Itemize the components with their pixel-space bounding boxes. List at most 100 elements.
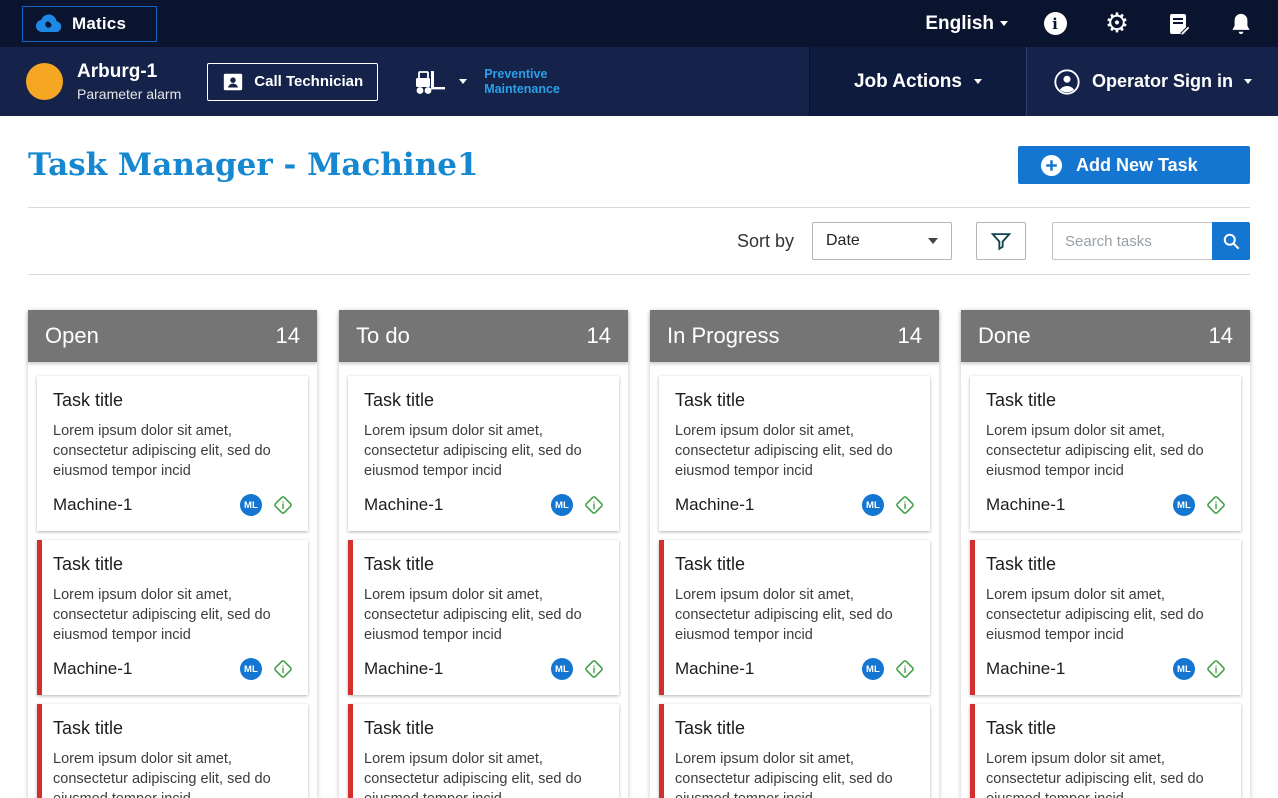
chevron-down-icon xyxy=(973,79,982,84)
call-technician-label: Call Technician xyxy=(254,73,364,90)
divider xyxy=(28,207,1250,208)
task-card[interactable]: Task title Lorem ipsum dolor sit amet, c… xyxy=(348,376,619,531)
plus-circle-icon xyxy=(1040,154,1063,177)
clipboard-icon xyxy=(1168,12,1190,36)
machine-status-avatar[interactable] xyxy=(26,63,63,100)
svg-text:i: i xyxy=(282,665,285,676)
task-card[interactable]: Task title Lorem ipsum dolor sit amet, c… xyxy=(970,540,1241,695)
chevron-down-icon xyxy=(459,79,468,84)
diamond-info-icon[interactable]: i xyxy=(272,658,294,680)
search-group xyxy=(1052,222,1250,260)
list-controls: Sort by Date xyxy=(28,222,1250,260)
search-input[interactable] xyxy=(1052,222,1212,260)
task-card[interactable]: Task title Lorem ipsum dolor sit amet, c… xyxy=(37,704,308,798)
task-card[interactable]: Task title Lorem ipsum dolor sit amet, c… xyxy=(348,704,619,798)
call-technician-button[interactable]: Call Technician xyxy=(207,62,379,101)
task-title: Task title xyxy=(364,390,435,410)
task-description: Lorem ipsum dolor sit amet, consectetur … xyxy=(53,423,271,479)
add-new-task-button[interactable]: Add New Task xyxy=(1018,146,1250,184)
machine-status-bar: Arburg-1 Parameter alarm Call Technician… xyxy=(0,47,1278,116)
ml-badge[interactable]: ML xyxy=(862,494,884,516)
sort-select[interactable]: Date xyxy=(812,222,952,260)
column-header: Open 14 xyxy=(28,310,317,362)
operator-signin-menu[interactable]: Operator Sign in xyxy=(1025,47,1278,116)
top-navigation-bar: Matics English i ⚙ xyxy=(0,0,1278,47)
task-description: Lorem ipsum dolor sit amet, consectetur … xyxy=(986,751,1204,798)
ml-badge[interactable]: ML xyxy=(862,658,884,680)
svg-text:i: i xyxy=(904,501,907,512)
reports-button[interactable] xyxy=(1164,9,1194,39)
language-label: English xyxy=(925,12,994,34)
diamond-info-icon[interactable]: i xyxy=(583,658,605,680)
add-new-task-label: Add New Task xyxy=(1076,154,1198,175)
task-title: Task title xyxy=(986,554,1057,574)
task-title: Task title xyxy=(675,390,746,410)
ml-badge[interactable]: ML xyxy=(1173,658,1195,680)
column-card-list: Task title Lorem ipsum dolor sit amet, c… xyxy=(28,362,317,798)
task-machine-label: Machine-1 xyxy=(53,495,133,514)
task-description: Lorem ipsum dolor sit amet, consectetur … xyxy=(986,423,1204,479)
filter-button[interactable] xyxy=(976,222,1026,260)
operator-signin-label: Operator Sign in xyxy=(1091,71,1233,91)
task-title: Task title xyxy=(675,554,746,574)
search-button[interactable] xyxy=(1212,222,1250,260)
svg-text:i: i xyxy=(282,501,285,512)
task-machine-label: Machine-1 xyxy=(53,659,133,678)
svg-text:i: i xyxy=(593,501,596,512)
svg-text:i: i xyxy=(1215,665,1218,676)
ml-badge[interactable]: ML xyxy=(551,658,573,680)
machine-alarm-status: Parameter alarm xyxy=(77,86,182,102)
filter-funnel-icon xyxy=(990,230,1012,252)
info-button[interactable]: i xyxy=(1040,9,1070,39)
task-description: Lorem ipsum dolor sit amet, consectetur … xyxy=(364,423,582,479)
task-machine-label: Machine-1 xyxy=(364,495,444,514)
diamond-info-icon[interactable]: i xyxy=(583,494,605,516)
task-title: Task title xyxy=(675,718,746,738)
job-actions-menu[interactable]: Job Actions xyxy=(808,47,1026,116)
diamond-info-icon[interactable]: i xyxy=(1205,658,1227,680)
matics-logo[interactable]: Matics xyxy=(22,5,158,42)
diamond-info-icon[interactable]: i xyxy=(894,658,916,680)
ml-badge[interactable]: ML xyxy=(551,494,573,516)
kanban-board: Open 14 Task title Lorem ipsum dolor sit… xyxy=(28,310,1250,798)
task-title: Task title xyxy=(53,554,124,574)
task-card[interactable]: Task title Lorem ipsum dolor sit amet, c… xyxy=(659,704,930,798)
task-card[interactable]: Task title Lorem ipsum dolor sit amet, c… xyxy=(659,540,930,695)
ml-badge[interactable]: ML xyxy=(240,658,262,680)
task-title: Task title xyxy=(986,390,1057,410)
column-title: Done xyxy=(978,323,1031,348)
chevron-down-icon xyxy=(928,238,938,244)
notifications-button[interactable] xyxy=(1226,9,1256,39)
task-card[interactable]: Task title Lorem ipsum dolor sit amet, c… xyxy=(970,704,1241,798)
task-card[interactable]: Task title Lorem ipsum dolor sit amet, c… xyxy=(37,376,308,531)
sort-select-value: Date xyxy=(826,232,860,249)
task-description: Lorem ipsum dolor sit amet, consectetur … xyxy=(986,587,1204,643)
task-description: Lorem ipsum dolor sit amet, consectetur … xyxy=(675,751,893,798)
diamond-info-icon[interactable]: i xyxy=(894,494,916,516)
settings-button[interactable]: ⚙ xyxy=(1102,9,1132,39)
ml-badge[interactable]: ML xyxy=(240,494,262,516)
task-card[interactable]: Task title Lorem ipsum dolor sit amet, c… xyxy=(970,376,1241,531)
task-title: Task title xyxy=(53,390,124,410)
gear-icon: ⚙ xyxy=(1104,8,1130,38)
preventive-maintenance-control[interactable]: Preventive Maintenance xyxy=(412,47,560,116)
diamond-info-icon[interactable]: i xyxy=(1205,494,1227,516)
svg-text:i: i xyxy=(904,665,907,676)
diamond-info-icon[interactable]: i xyxy=(272,494,294,516)
task-card[interactable]: Task title Lorem ipsum dolor sit amet, c… xyxy=(348,540,619,695)
task-machine-label: Machine-1 xyxy=(986,659,1066,678)
task-description: Lorem ipsum dolor sit amet, consectetur … xyxy=(53,751,271,798)
sort-by-label: Sort by xyxy=(736,230,794,251)
svg-text:i: i xyxy=(1215,501,1218,512)
column-header: In Progress 14 xyxy=(650,310,939,362)
task-card[interactable]: Task title Lorem ipsum dolor sit amet, c… xyxy=(37,540,308,695)
task-card[interactable]: Task title Lorem ipsum dolor sit amet, c… xyxy=(659,376,930,531)
task-description: Lorem ipsum dolor sit amet, consectetur … xyxy=(675,587,893,643)
divider xyxy=(28,274,1250,275)
task-title: Task title xyxy=(364,718,435,738)
language-selector[interactable]: English xyxy=(925,13,1008,35)
task-machine-label: Machine-1 xyxy=(675,659,755,678)
task-machine-label: Machine-1 xyxy=(364,659,444,678)
chevron-down-icon xyxy=(1244,79,1252,84)
ml-badge[interactable]: ML xyxy=(1173,494,1195,516)
